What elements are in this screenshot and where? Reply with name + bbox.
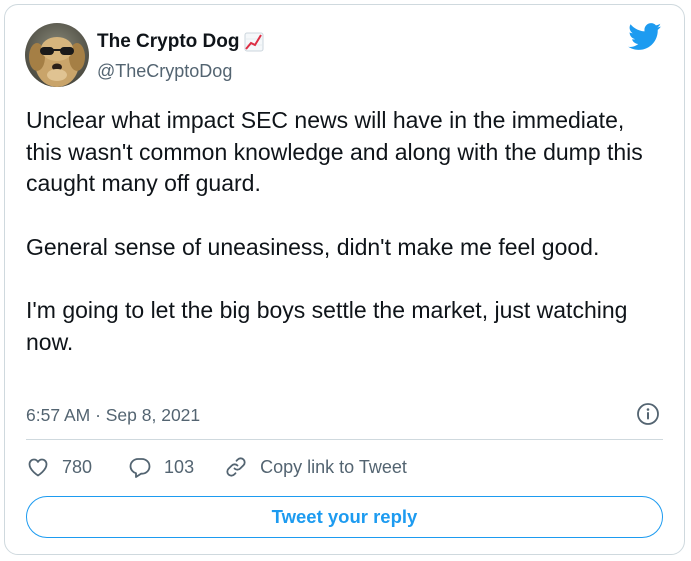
author-handle[interactable]: @TheCryptoDog (97, 61, 232, 82)
divider (26, 439, 663, 440)
info-icon[interactable] (636, 402, 660, 426)
like-count: 780 (62, 456, 93, 477)
chart-increasing-emoji (244, 32, 264, 52)
tweet-card: The Crypto Dog @TheCryptoDog Unclear wha… (4, 4, 685, 555)
tweet-text: Unclear what impact SEC news will have i… (26, 105, 666, 358)
twitter-bird-icon[interactable] (628, 23, 662, 51)
like-button[interactable]: 780 (26, 455, 92, 479)
copy-link-label: Copy link to Tweet (260, 456, 407, 477)
reply-count: 103 (164, 456, 195, 477)
reply-bubble-icon (129, 458, 151, 478)
author-name-row[interactable]: The Crypto Dog (97, 31, 264, 53)
tweet-paragraph: I'm going to let the big boys settle the… (26, 297, 628, 355)
reply-button[interactable]: 103 (128, 455, 194, 479)
tweet-your-reply-button[interactable]: Tweet your reply (26, 496, 663, 538)
heart-icon (28, 458, 48, 477)
tweet-paragraph: Unclear what impact SEC news will have i… (26, 107, 643, 196)
copy-link-button[interactable]: Copy link to Tweet (224, 455, 407, 479)
link-icon (226, 457, 246, 477)
tweet-actions: 780 103 Copy link to Tweet (26, 455, 407, 479)
avatar[interactable] (25, 23, 89, 87)
tweet-paragraph: General sense of uneasiness, didn't make… (26, 233, 600, 260)
author-display-name[interactable]: The Crypto Dog (97, 31, 240, 53)
dog-avatar-image (25, 23, 89, 87)
tweet-timestamp[interactable]: 6:57 AM · Sep 8, 2021 (26, 405, 200, 426)
